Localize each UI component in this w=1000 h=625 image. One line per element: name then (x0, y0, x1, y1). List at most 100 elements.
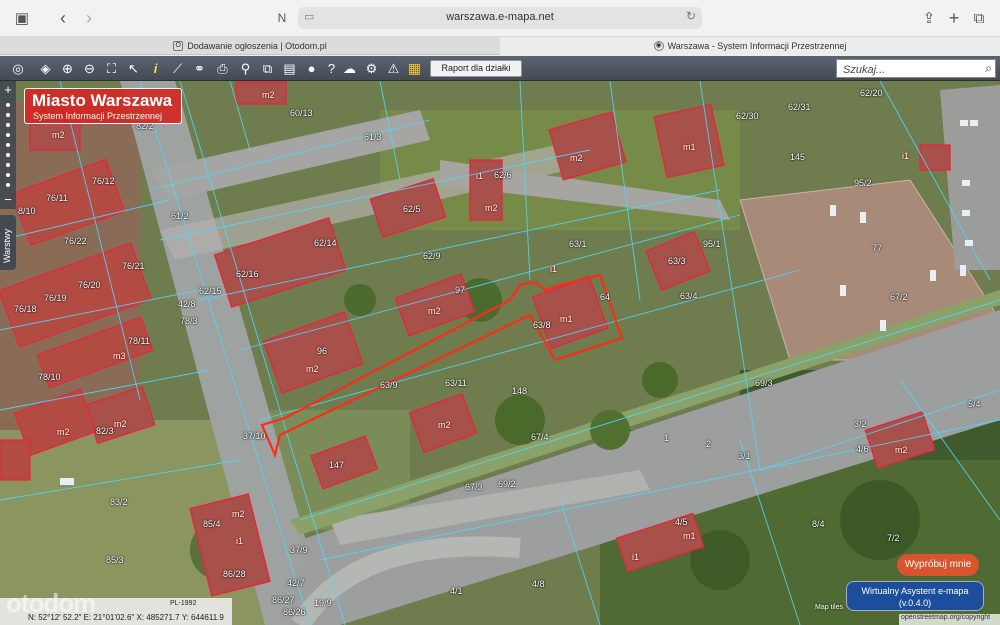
parcel-label: 62/15 (199, 286, 222, 296)
parcel-label: 37/9 (290, 545, 308, 555)
notion-extension-icon[interactable]: N (274, 8, 290, 28)
parcel-label: 63/9 (380, 380, 398, 390)
warning-icon[interactable]: ⚠ (384, 59, 403, 78)
assistant-version: (v.0.4.0) (898, 598, 932, 608)
parcel-label: 8/4 (812, 519, 825, 529)
zoom-level-dot[interactable] (6, 173, 10, 177)
tab-overview-icon[interactable]: ⧉ (970, 8, 988, 28)
parcel-label: 4/5 (675, 517, 688, 527)
parcel-label: 62/30 (736, 111, 759, 121)
search-box: ⌕ (836, 59, 996, 79)
map-canvas[interactable] (0, 81, 1000, 625)
layers-icon[interactable]: ◈ (36, 59, 55, 78)
tab-emapa[interactable]: ◉ Warszawa - System Informacji Przestrze… (500, 37, 1000, 55)
parcel-label: 69/2 (498, 479, 516, 489)
globe-icon[interactable]: ◎ (4, 59, 32, 78)
parcel-label: 147 (329, 460, 345, 470)
parcel-label: 76/18 (14, 304, 37, 314)
parcel-label: 4/6 (856, 444, 869, 454)
zoom-level-dot[interactable] (6, 133, 10, 137)
zoom-control: + − (0, 81, 16, 209)
zoom-out-button[interactable]: − (0, 193, 16, 207)
otodom-favicon: O (173, 41, 184, 51)
parcel-label: 42/7 (287, 578, 305, 588)
settings-icon[interactable]: ⚙ (362, 59, 381, 78)
parcel-label: 86/27 (272, 595, 295, 605)
share-icon[interactable]: ⇪ (920, 8, 938, 28)
parcel-label: 67/2 (890, 292, 908, 302)
zoom-level-dot[interactable] (6, 113, 10, 117)
crs-selector[interactable]: PL-1992 (170, 600, 196, 607)
reload-icon[interactable]: ↻ (686, 9, 696, 23)
building-label: m2 (306, 364, 319, 374)
parcel-label: 76/11 (46, 193, 68, 203)
parcel-label: 62/6 (494, 170, 512, 180)
tab-otodom[interactable]: O Dodawanie ogłoszenia | Otodom.pl (0, 37, 500, 55)
parcel-label: 42/8 (178, 299, 196, 309)
split-icon[interactable]: ▤ (280, 59, 299, 78)
parcel-label: 19/9 (314, 598, 332, 608)
building-label: m2 (57, 427, 70, 437)
parcel-label: 69/3 (755, 378, 773, 388)
zoom-out-icon[interactable]: ⊖ (80, 59, 99, 78)
zoom-level-dot[interactable] (6, 143, 10, 147)
compare-icon[interactable]: ⧉ (258, 59, 277, 78)
speech-icon[interactable]: ● (302, 59, 321, 78)
address-bar[interactable]: ▭ warszawa.e-mapa.net ↻ (298, 7, 702, 29)
city-subtitle: System Informacji Przestrzennej (33, 111, 163, 121)
browser-toolbar: ▣ ‹ › N ▭ warszawa.e-mapa.net ↻ ⇪ + ⧉ (0, 0, 1000, 37)
building-label: m2 (570, 153, 583, 163)
building-label: m2 (232, 509, 245, 519)
help-icon[interactable]: ? (322, 59, 341, 78)
info-icon[interactable]: i (146, 59, 165, 78)
layers-panel-toggle[interactable]: Warstwy (0, 215, 16, 270)
new-tab-icon[interactable]: + (945, 8, 963, 28)
forward-icon[interactable]: › (80, 8, 98, 28)
zoom-level-dot[interactable] (6, 103, 10, 107)
virtual-assistant-button[interactable]: Wirtualny Asystent e-mapa (v.0.4.0) (846, 581, 984, 611)
parcel-label: 62/5 (403, 204, 421, 214)
parcel-label: 63/8 (533, 320, 551, 330)
zoom-level-dot[interactable] (6, 183, 10, 187)
parcel-label: 63/3 (668, 256, 686, 266)
tab-bar: O Dodawanie ogłoszenia | Otodom.pl ◉ War… (0, 37, 1000, 55)
link-icon[interactable]: ⚭ (190, 59, 209, 78)
parcel-label: 61/3 (364, 132, 382, 142)
parcel-label: 64 (600, 292, 611, 302)
search-icon[interactable]: ⌕ (985, 61, 992, 76)
zoom-in-icon[interactable]: ⊕ (58, 59, 77, 78)
tab-label: Dodawanie ogłoszenia | Otodom.pl (187, 41, 327, 51)
osm-copyright-link[interactable]: openstreetmap.org/copyright (899, 614, 1000, 625)
sidebar-toggle-icon[interactable]: ▣ (12, 8, 32, 28)
extent-icon[interactable]: ⛶ (102, 59, 121, 78)
otodom-watermark: otodom (6, 588, 96, 618)
zoom-level-dot[interactable] (6, 153, 10, 157)
map-tiles-credit: Map tiles (815, 604, 844, 611)
measure-icon[interactable]: ⟋ (168, 59, 187, 78)
back-icon[interactable]: ‹ (54, 8, 72, 28)
parcel-label: 145 (790, 152, 806, 162)
url-text: warszawa.e-mapa.net (446, 11, 554, 23)
building-label: i1 (476, 171, 484, 181)
cloud-icon[interactable]: ☁ (340, 59, 359, 78)
stamp-icon[interactable]: ⚲ (236, 59, 255, 78)
zoom-level-dot[interactable] (6, 163, 10, 167)
parcel-label: 37/10 (243, 431, 266, 441)
select-arrow-icon[interactable]: ↖ (124, 59, 143, 78)
parcel-label: 63/4 (680, 291, 698, 301)
parcel-label: 61/2 (171, 211, 189, 221)
print-icon[interactable]: ⎙ (213, 59, 232, 78)
try-me-button[interactable]: Wypróbuj mnie (897, 554, 979, 576)
building-label: i1 (550, 264, 558, 274)
parcel-label: 62/20 (860, 88, 883, 98)
search-input[interactable] (837, 61, 975, 79)
zoom-in-button[interactable]: + (0, 83, 16, 97)
parcel-report-button[interactable]: Raport dla działki (430, 60, 522, 77)
building-label: i1 (236, 536, 244, 546)
building-label: m2 (485, 203, 498, 213)
parcel-label: 1 (664, 433, 670, 443)
mosaic-icon[interactable]: ▦ (405, 59, 424, 78)
zoom-level-dot[interactable] (6, 123, 10, 127)
map-view[interactable]: 60/13 61/3 62/31 62/20 62/30 145 62/6 62… (0, 81, 1000, 625)
parcel-label: 5/4 (968, 399, 981, 409)
